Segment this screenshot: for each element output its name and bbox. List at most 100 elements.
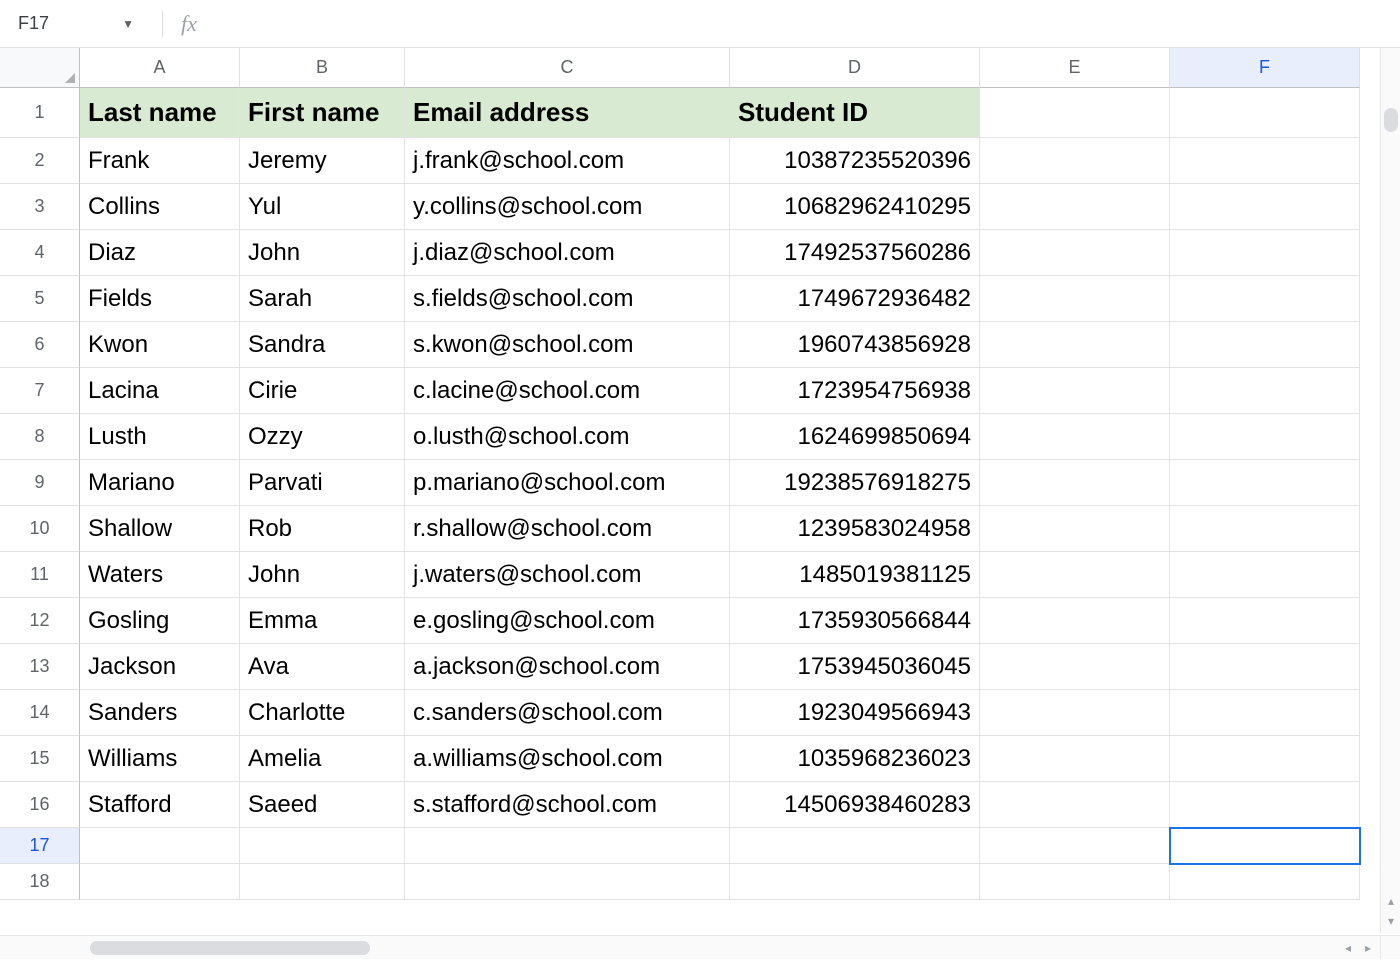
name-box[interactable]: F17 ▼ <box>14 13 144 34</box>
cell-B10[interactable]: Rob <box>240 506 405 552</box>
cell-A12[interactable]: Gosling <box>80 598 240 644</box>
cell-E18[interactable] <box>980 864 1170 900</box>
cell-E4[interactable] <box>980 230 1170 276</box>
row-header-9[interactable]: 9 <box>0 460 80 506</box>
cell-F9[interactable] <box>1170 460 1360 506</box>
scroll-down-icon[interactable]: ▾ <box>1381 911 1400 931</box>
cell-C6[interactable]: s.kwon@school.com <box>405 322 730 368</box>
cell-A8[interactable]: Lusth <box>80 414 240 460</box>
cell-C8[interactable]: o.lusth@school.com <box>405 414 730 460</box>
vertical-scrollbar[interactable]: ▴ ▾ <box>1380 48 1400 933</box>
cell-F5[interactable] <box>1170 276 1360 322</box>
cell-E2[interactable] <box>980 138 1170 184</box>
cell-B3[interactable]: Yul <box>240 184 405 230</box>
formula-input[interactable] <box>205 13 1400 34</box>
column-header-C[interactable]: C <box>405 48 730 88</box>
cell-F12[interactable] <box>1170 598 1360 644</box>
cell-D2[interactable]: 10387235520396 <box>730 138 980 184</box>
horizontal-scrollbar[interactable]: ◂ ▸ <box>0 935 1380 959</box>
cell-B16[interactable]: Saeed <box>240 782 405 828</box>
cell-F3[interactable] <box>1170 184 1360 230</box>
cell-C9[interactable]: p.mariano@school.com <box>405 460 730 506</box>
cell-C7[interactable]: c.lacine@school.com <box>405 368 730 414</box>
row-header-18[interactable]: 18 <box>0 864 80 900</box>
cell-F4[interactable] <box>1170 230 1360 276</box>
cell-C3[interactable]: y.collins@school.com <box>405 184 730 230</box>
cell-C12[interactable]: e.gosling@school.com <box>405 598 730 644</box>
cells-area[interactable]: Last nameFirst nameEmail addressStudent … <box>80 88 1360 900</box>
cell-C17[interactable] <box>405 828 730 864</box>
cell-A3[interactable]: Collins <box>80 184 240 230</box>
cell-E16[interactable] <box>980 782 1170 828</box>
cell-B1[interactable]: First name <box>240 88 405 138</box>
cell-A1[interactable]: Last name <box>80 88 240 138</box>
cell-E13[interactable] <box>980 644 1170 690</box>
cell-B17[interactable] <box>240 828 405 864</box>
cell-B7[interactable]: Cirie <box>240 368 405 414</box>
cell-C14[interactable]: c.sanders@school.com <box>405 690 730 736</box>
cell-D16[interactable]: 14506938460283 <box>730 782 980 828</box>
row-header-11[interactable]: 11 <box>0 552 80 598</box>
select-all-corner[interactable] <box>0 48 80 88</box>
cell-F6[interactable] <box>1170 322 1360 368</box>
cell-C1[interactable]: Email address <box>405 88 730 138</box>
row-header-12[interactable]: 12 <box>0 598 80 644</box>
row-header-13[interactable]: 13 <box>0 644 80 690</box>
cell-B2[interactable]: Jeremy <box>240 138 405 184</box>
cell-B4[interactable]: John <box>240 230 405 276</box>
cell-F10[interactable] <box>1170 506 1360 552</box>
cell-F18[interactable] <box>1170 864 1360 900</box>
cell-B12[interactable]: Emma <box>240 598 405 644</box>
cell-D15[interactable]: 1035968236023 <box>730 736 980 782</box>
cell-B9[interactable]: Parvati <box>240 460 405 506</box>
cell-D9[interactable]: 19238576918275 <box>730 460 980 506</box>
cell-A2[interactable]: Frank <box>80 138 240 184</box>
cell-A7[interactable]: Lacina <box>80 368 240 414</box>
cell-F7[interactable] <box>1170 368 1360 414</box>
cell-F2[interactable] <box>1170 138 1360 184</box>
cell-D5[interactable]: 1749672936482 <box>730 276 980 322</box>
cell-E9[interactable] <box>980 460 1170 506</box>
scroll-left-icon[interactable]: ◂ <box>1338 936 1358 960</box>
scroll-right-icon[interactable]: ▸ <box>1358 936 1378 960</box>
cell-E10[interactable] <box>980 506 1170 552</box>
cell-C5[interactable]: s.fields@school.com <box>405 276 730 322</box>
cell-D13[interactable]: 1753945036045 <box>730 644 980 690</box>
column-header-D[interactable]: D <box>730 48 980 88</box>
cell-F14[interactable] <box>1170 690 1360 736</box>
cell-F15[interactable] <box>1170 736 1360 782</box>
cell-A9[interactable]: Mariano <box>80 460 240 506</box>
row-header-1[interactable]: 1 <box>0 88 80 138</box>
cell-A5[interactable]: Fields <box>80 276 240 322</box>
cell-D3[interactable]: 10682962410295 <box>730 184 980 230</box>
cell-D10[interactable]: 1239583024958 <box>730 506 980 552</box>
cell-C13[interactable]: a.jackson@school.com <box>405 644 730 690</box>
cell-C11[interactable]: j.waters@school.com <box>405 552 730 598</box>
row-header-7[interactable]: 7 <box>0 368 80 414</box>
horizontal-scroll-thumb[interactable] <box>90 941 370 955</box>
row-header-10[interactable]: 10 <box>0 506 80 552</box>
cell-F13[interactable] <box>1170 644 1360 690</box>
cell-B8[interactable]: Ozzy <box>240 414 405 460</box>
cell-D8[interactable]: 1624699850694 <box>730 414 980 460</box>
vertical-scroll-thumb[interactable] <box>1384 108 1398 132</box>
cell-D12[interactable]: 1735930566844 <box>730 598 980 644</box>
row-header-14[interactable]: 14 <box>0 690 80 736</box>
column-header-E[interactable]: E <box>980 48 1170 88</box>
row-header-15[interactable]: 15 <box>0 736 80 782</box>
cell-B6[interactable]: Sandra <box>240 322 405 368</box>
column-header-A[interactable]: A <box>80 48 240 88</box>
cell-E1[interactable] <box>980 88 1170 138</box>
cell-C18[interactable] <box>405 864 730 900</box>
cell-F11[interactable] <box>1170 552 1360 598</box>
cell-F17[interactable] <box>1170 828 1360 864</box>
cell-C16[interactable]: s.stafford@school.com <box>405 782 730 828</box>
cell-A16[interactable]: Stafford <box>80 782 240 828</box>
cell-D18[interactable] <box>730 864 980 900</box>
column-header-F[interactable]: F <box>1170 48 1360 88</box>
cell-C10[interactable]: r.shallow@school.com <box>405 506 730 552</box>
cell-D4[interactable]: 17492537560286 <box>730 230 980 276</box>
scroll-up-icon[interactable]: ▴ <box>1381 891 1400 911</box>
cell-A17[interactable] <box>80 828 240 864</box>
cell-B18[interactable] <box>240 864 405 900</box>
